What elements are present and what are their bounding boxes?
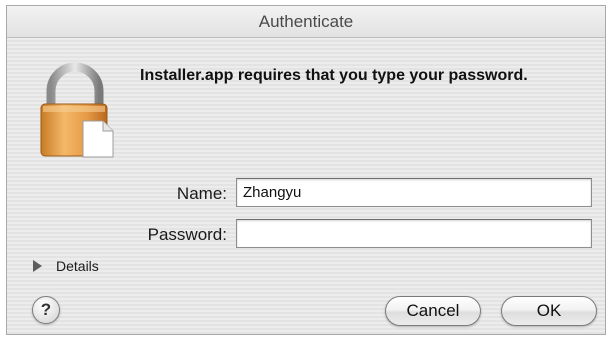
password-field[interactable] [236,219,592,248]
details-label[interactable]: Details [56,258,99,274]
name-field[interactable] [236,178,592,207]
lock-icon [37,61,115,161]
auth-message: Installer.app requires that you type you… [140,67,528,84]
window-title: Authenticate [7,6,605,38]
cancel-button[interactable]: Cancel [385,296,481,326]
help-button[interactable]: ? [32,296,60,324]
password-label: Password: [147,225,227,244]
details-disclosure[interactable]: Details [33,256,99,276]
document-icon [82,120,114,158]
authenticate-dialog: Authenticate Installer.app requires that… [6,5,606,335]
ok-button[interactable]: OK [501,296,597,326]
disclosure-triangle-icon[interactable] [33,260,42,272]
name-label: Name: [176,184,227,203]
